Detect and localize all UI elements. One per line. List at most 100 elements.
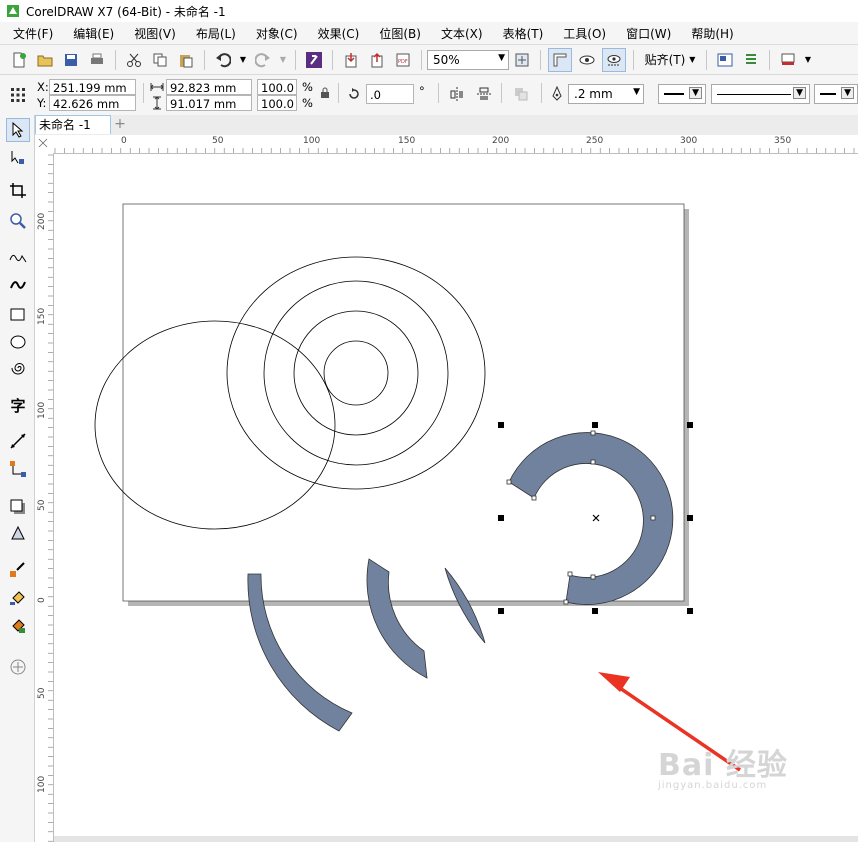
toolbar-separator [501,83,502,103]
horizontal-ruler[interactable]: 0 50 100 150 200 250 300 350 [53,135,858,154]
menu-table[interactable]: 表格(T) [490,25,551,42]
launcher-dropdown-icon[interactable]: ▼ [803,49,813,71]
outline-width-select[interactable]: .2 mm ▼ [568,84,644,104]
drawing-canvas[interactable]: Bai 经验 jingyan.baidu.com [54,154,858,842]
menu-text[interactable]: 文本(X) [428,25,490,42]
wrap-text-icon[interactable] [513,86,529,102]
smart-fill-tool-icon[interactable] [6,613,30,637]
export-icon[interactable] [366,49,388,71]
undo-icon[interactable] [212,49,234,71]
application-launcher-icon[interactable] [777,49,799,71]
percent-label-h: % [302,96,313,110]
menu-file[interactable]: 文件(F) [0,25,60,42]
object-origin-icon[interactable] [10,87,26,103]
rectangle-tool-icon[interactable] [6,303,30,327]
x-position-field[interactable]: 251.199 mm [49,79,136,95]
copy-icon[interactable] [149,49,171,71]
add-tool-icon[interactable] [6,655,30,679]
parallel-dimension-tool-icon[interactable] [6,429,30,453]
toolbar-separator [204,49,205,70]
paste-icon[interactable] [175,49,197,71]
cut-icon[interactable] [123,49,145,71]
menu-object[interactable]: 对象(C) [243,25,305,42]
horizontal-scrollbar[interactable] [54,836,858,842]
mirror-vertical-icon[interactable] [476,86,492,102]
line-style-select[interactable]: ▼ [711,84,810,104]
toolbar-separator [540,49,541,70]
rotate-icon [349,88,359,99]
eyedropper-tool-icon[interactable] [6,557,30,581]
open-folder-icon[interactable] [34,49,56,71]
chevron-down-icon: ▼ [841,87,854,99]
artistic-media-tool-icon[interactable] [6,273,30,297]
drop-shadow-tool-icon[interactable] [6,495,30,519]
interactive-fill-tool-icon[interactable] [6,585,30,609]
text-tool-icon[interactable]: 字 [6,393,30,417]
ellipse-tool-icon[interactable] [6,330,30,354]
spiral-tool-icon[interactable] [6,356,30,380]
redo-dropdown-icon[interactable]: ▼ [278,49,288,71]
show-eye-icon[interactable] [576,49,598,71]
shape-tool-icon[interactable] [6,146,30,170]
outline-pen-icon [552,86,562,101]
line-style-icon [664,93,684,95]
document-tab[interactable]: 未命名 -1 [35,115,111,134]
zoom-fit-icon[interactable] [511,49,533,71]
print-icon[interactable] [86,49,108,71]
v-ruler-label: 100 [37,775,47,793]
page [122,203,685,602]
y-position-field[interactable]: 42.626 mm [49,95,136,111]
publish-pdf-icon[interactable]: PDF [392,49,414,71]
rulers-toggle-icon[interactable] [548,47,572,72]
vertical-ruler[interactable]: 200 150 100 50 0 50 100 [35,153,54,842]
toolbar-separator [769,49,770,70]
toolbar-separator [338,83,339,103]
redo-icon[interactable] [252,49,274,71]
import-icon[interactable] [340,49,362,71]
save-icon[interactable] [60,49,82,71]
mirror-horizontal-icon[interactable] [449,86,465,102]
menu-bitmaps[interactable]: 位图(B) [366,25,428,42]
menu-view[interactable]: 视图(V) [121,25,183,42]
ruler-origin-corner[interactable] [35,135,54,154]
undo-dropdown-icon[interactable]: ▼ [238,49,248,71]
h-ruler-label: 50 [212,136,224,146]
chevron-down-icon: ▼ [689,55,696,64]
lock-ratio-icon[interactable] [320,87,330,99]
menu-edit[interactable]: 编辑(E) [60,25,121,42]
start-arrowhead-select[interactable]: ▼ [658,84,706,104]
h-ruler-label: 0 [121,136,127,146]
transparency-tool-icon[interactable] [6,521,30,545]
scale-width-field[interactable]: 100.0 [257,79,297,95]
menu-layout[interactable]: 布局(L) [183,25,243,42]
menu-window[interactable]: 窗口(W) [613,25,678,42]
pick-tool-icon[interactable] [6,118,30,142]
rotation-angle-field[interactable]: .0 [366,84,414,104]
search-content-icon[interactable] [303,49,325,71]
freehand-tool-icon[interactable] [6,245,30,269]
y-label: Y: [37,96,47,110]
menu-help[interactable]: 帮助(H) [678,25,740,42]
x-label: X: [37,80,49,94]
crop-tool-icon[interactable] [6,179,30,203]
guidelines-eye-icon[interactable] [602,47,626,72]
add-document-tab-icon[interactable]: + [113,117,127,131]
chevron-down-icon: ▼ [498,52,505,63]
toolbar-separator [438,83,439,103]
options-icon[interactable] [740,49,762,71]
v-ruler-label: 100 [37,401,47,419]
menu-tools[interactable]: 工具(O) [550,25,613,42]
end-arrowhead-select[interactable]: ▼ [814,84,858,104]
new-document-icon[interactable] [8,49,30,71]
scale-height-field[interactable]: 100.0 [257,95,297,111]
zoom-level-select[interactable]: 50% ▼ [427,49,509,70]
menu-effects[interactable]: 效果(C) [305,25,367,42]
snap-to-button[interactable]: 贴齐(T) ▼ [641,49,699,71]
chevron-down-icon: ▼ [633,87,640,97]
connector-tool-icon[interactable] [6,457,30,481]
h-ruler-label: 200 [492,136,510,146]
zoom-tool-icon[interactable] [6,209,30,233]
welcome-screen-icon[interactable] [714,49,736,71]
width-field[interactable]: 92.823 mm [166,79,252,95]
height-field[interactable]: 91.017 mm [166,95,252,111]
